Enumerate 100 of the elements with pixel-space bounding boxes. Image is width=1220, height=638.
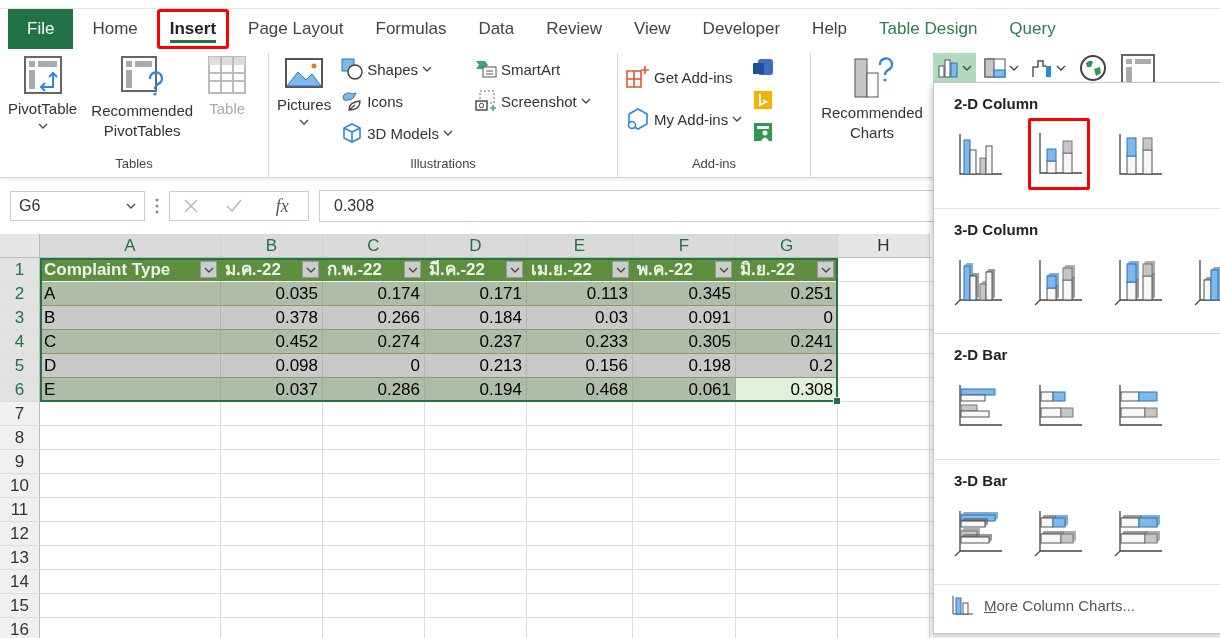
column-header[interactable]: H <box>838 234 930 258</box>
row-header[interactable]: 15 <box>0 594 40 618</box>
my-add-ins-button[interactable]: My Add-ins <box>624 105 745 133</box>
row-header[interactable]: 7 <box>0 402 40 426</box>
row-header[interactable]: 8 <box>0 426 40 450</box>
table-cell: 0.171 <box>425 282 527 306</box>
row-header[interactable]: 14 <box>0 570 40 594</box>
row-header[interactable]: 16 <box>0 618 40 638</box>
filter-button[interactable] <box>715 261 732 278</box>
row-header[interactable]: 1 <box>0 258 40 282</box>
ribbon-tab[interactable]: Help <box>799 9 861 49</box>
3d-models-button[interactable]: 3D Models <box>339 119 455 147</box>
row-header[interactable]: 5 <box>0 354 40 378</box>
table-cell: 0.198 <box>633 354 736 378</box>
column-header[interactable]: E <box>527 234 633 258</box>
shapes-button[interactable]: Shapes <box>339 55 455 83</box>
caret-icon <box>126 203 136 209</box>
row-header[interactable]: 9 <box>0 450 40 474</box>
filter-caret-icon <box>615 266 626 273</box>
table-cell: 0.251 <box>736 282 838 306</box>
smartart-button[interactable]: SmartArt <box>472 55 593 83</box>
check-icon[interactable] <box>225 198 244 214</box>
section-title: 2-D Column <box>954 95 1040 112</box>
section-title: 2-D Bar <box>954 346 1009 363</box>
row-header[interactable]: 10 <box>0 474 40 498</box>
table-header-cell-text: ก.พ.-22 <box>327 258 383 281</box>
caret-icon <box>442 130 453 136</box>
table-header-cell-text: มี.ค.-22 <box>429 258 486 281</box>
filter-button[interactable] <box>612 261 629 278</box>
table-cell: 0.241 <box>736 330 838 354</box>
ribbon-tab[interactable]: Review <box>533 9 616 49</box>
icons-button[interactable]: Icons <box>339 87 455 115</box>
chart-type-button[interactable] <box>1028 118 1090 190</box>
get-add-ins-button[interactable]: Get Add-ins <box>624 63 745 91</box>
row-header[interactable]: 4 <box>0 330 40 354</box>
ribbon-tab[interactable]: View <box>621 9 684 49</box>
section-title: 3-D Column <box>954 220 1040 238</box>
ribbon-tab[interactable]: Page Layout <box>235 9 357 49</box>
ribbon-tab[interactable]: Developer <box>689 9 794 49</box>
caret-icon <box>299 119 310 125</box>
table-cell: 0.03 <box>527 306 633 330</box>
column-header[interactable]: D <box>425 234 527 258</box>
column-header[interactable]: A <box>40 234 221 258</box>
row-header[interactable]: 13 <box>0 546 40 570</box>
table-icon <box>207 55 248 95</box>
filter-button[interactable] <box>302 261 319 278</box>
table-cell: 0 <box>736 306 838 330</box>
table-header-cell-text: พ.ค.-22 <box>637 258 694 281</box>
picture-icon <box>284 55 325 91</box>
row-header[interactable]: 3 <box>0 306 40 330</box>
filter-button[interactable] <box>817 261 834 278</box>
table-cell: 0.037 <box>221 378 323 402</box>
ribbon-tab[interactable]: Formulas <box>362 9 460 49</box>
filter-button[interactable] <box>506 261 523 278</box>
screenshot-button[interactable]: Screenshot <box>472 87 593 115</box>
row-header[interactable]: 6 <box>0 378 40 402</box>
column-chart-icon <box>937 58 959 78</box>
ribbon-tab[interactable]: Table Design <box>866 9 991 49</box>
table-cell: E <box>40 378 221 402</box>
ribbon-tab[interactable]: Home <box>79 9 151 49</box>
row-header[interactable]: 12 <box>0 522 40 546</box>
pivot-table-question-icon <box>120 55 165 97</box>
ribbon-tab[interactable]: Insert <box>156 9 230 49</box>
filter-caret-icon <box>407 266 418 273</box>
insert-function-button[interactable]: fx <box>269 194 295 218</box>
table-cell: 0.266 <box>323 306 425 330</box>
table-cell: B <box>40 306 221 330</box>
filter-caret-icon <box>305 266 316 273</box>
more-charts-link[interactable]: More Column Charts... <box>934 585 1220 625</box>
recommended-pivot-button[interactable]: Recommended PivotTables <box>85 53 200 143</box>
caret-icon <box>37 123 48 129</box>
table-cell: 0.091 <box>633 306 736 330</box>
table-cell: 0.061 <box>633 378 736 402</box>
table-cell: 0.184 <box>425 306 527 330</box>
column-header[interactable]: C <box>323 234 425 258</box>
ribbon-tab[interactable]: Data <box>465 9 528 49</box>
shapes-icon <box>341 58 364 80</box>
table-cell: 0.345 <box>633 282 736 306</box>
recommended-charts-button[interactable]: Recommended Charts <box>815 53 929 145</box>
table-cell: A <box>40 282 221 306</box>
table-header-cell-text: เม.ย.-22 <box>531 258 593 281</box>
table-cell: 0.452 <box>221 330 323 354</box>
add-grid-icon <box>626 65 650 89</box>
name-box[interactable]: G6 <box>10 191 145 221</box>
row-header[interactable]: 2 <box>0 282 40 306</box>
table-cell: 0.035 <box>221 282 323 306</box>
treemap-icon <box>984 58 1006 78</box>
fill-handle[interactable] <box>833 397 841 405</box>
filter-button[interactable] <box>404 261 421 278</box>
ribbon-tab[interactable]: File <box>8 9 74 49</box>
caret-icon <box>1056 65 1066 71</box>
column-header[interactable]: G <box>736 234 838 258</box>
row-header[interactable]: 11 <box>0 498 40 522</box>
pictures-button[interactable]: Pictures <box>275 53 334 127</box>
column-header[interactable]: B <box>221 234 323 258</box>
ribbon-tab[interactable]: Query <box>996 9 1069 49</box>
filter-caret-icon <box>820 266 831 273</box>
filter-button[interactable] <box>200 261 217 278</box>
column-header[interactable]: F <box>633 234 736 258</box>
pivot-table-button[interactable]: PivotTable <box>6 53 80 131</box>
